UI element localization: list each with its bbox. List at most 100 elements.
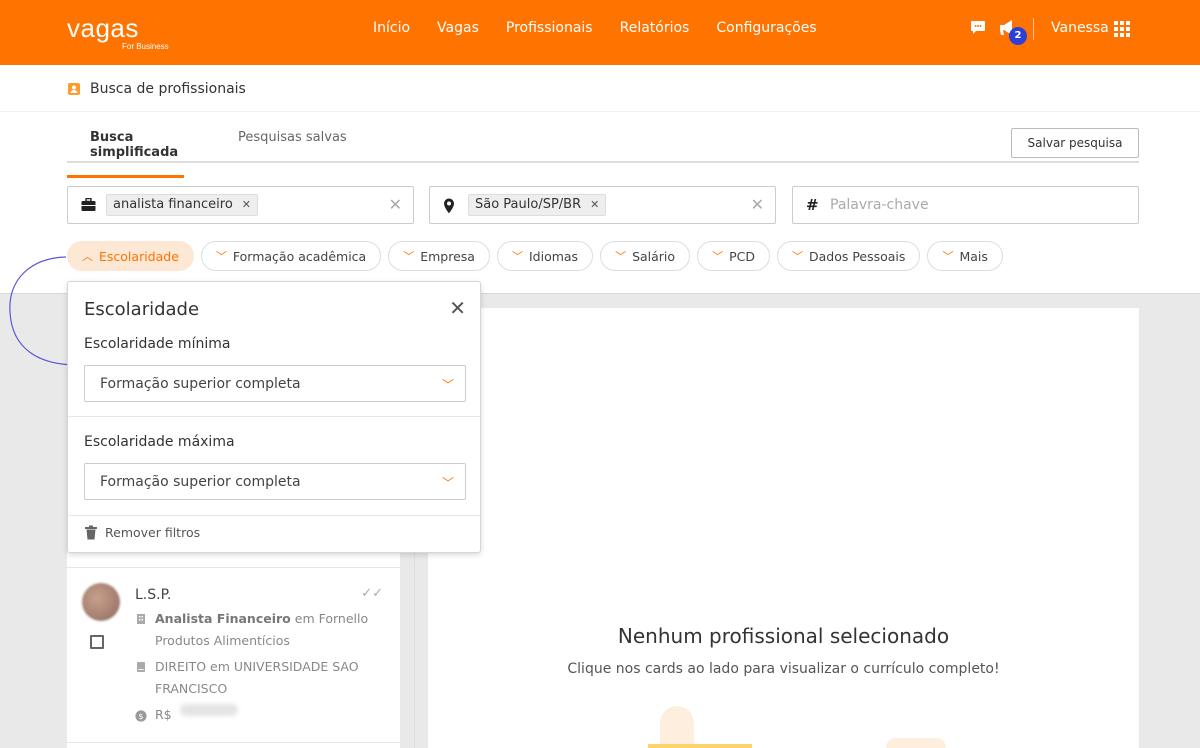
filter-label: Mais [959,248,988,264]
select-candidate-checkbox[interactable] [90,635,104,649]
empty-illustration-shape [886,738,946,748]
header-divider [1033,18,1034,40]
filter-pills: ︿ Escolaridade ﹀ Formação acadêmica ﹀ Em… [67,241,1003,271]
filter-dados-pessoais[interactable]: ﹀ Dados Pessoais [776,241,921,271]
notification-badge: 2 [1009,27,1027,45]
remove-role-chip-icon[interactable]: ✕ [242,195,251,215]
apps-grid-icon[interactable] [1114,21,1130,37]
avatar [82,583,120,621]
filter-pcd[interactable]: ﹀ PCD [697,241,770,271]
annotation-arrow-icon [9,256,70,370]
remove-location-chip-icon[interactable]: ✕ [590,195,599,215]
candidate-card[interactable]: L.S.P. ✓✓ Analista Financeiro em Fornell… [67,567,400,743]
max-education-select[interactable]: Formação superior completa ﹀ [84,463,466,500]
filter-label: Escolaridade [99,248,179,264]
double-check-icon: ✓✓ [361,586,383,601]
close-icon[interactable]: ✕ [449,298,466,318]
nav-profissionais[interactable]: Profissionais [506,20,593,36]
trash-icon [85,525,97,540]
escolaridade-popover: Escolaridade ✕ Escolaridade mínima Forma… [67,281,481,553]
location-chip-label: São Paulo/SP/BR [475,197,582,212]
chevron-down-icon: ﹀ [712,250,724,263]
location-pin-icon [444,198,454,214]
salary-prefix: R$ [155,707,172,722]
chevron-down-icon: ﹀ [942,250,954,263]
keyword-input[interactable] [830,195,1130,215]
remove-filters-label: Remover filtros [105,525,201,540]
chevron-down-icon: ﹀ [441,476,454,490]
min-education-select[interactable]: Formação superior completa ﹀ [84,365,466,402]
filter-label: Empresa [420,248,475,264]
candidate-name: L.S.P. [135,587,172,603]
candidate-detail-panel: Nenhum profissional selecionado Clique n… [428,308,1139,748]
empty-state-subtitle: Clique nos cards ao lado para visualizar… [567,661,1000,677]
save-search-button[interactable]: Salvar pesquisa [1011,128,1139,158]
chevron-down-icon: ﹀ [791,250,803,263]
nav-inicio[interactable]: Início [373,20,410,36]
chevron-up-icon: ︿ [82,250,93,263]
building-icon [137,614,145,624]
min-education-label: Escolaridade mínima [84,336,231,352]
popover-divider [68,515,480,516]
nav-relatorios[interactable]: Relatórios [620,20,690,36]
user-name[interactable]: Vanessa [1051,20,1109,36]
tab-busca-simplificada[interactable]: Busca simplificada [67,130,184,178]
max-education-value: Formação superior completa [100,474,301,490]
book-icon [137,662,145,672]
remove-filters-button[interactable]: Remover filtros [84,525,200,540]
filter-salario[interactable]: ﹀ Salário [600,241,691,271]
nav-vagas[interactable]: Vagas [437,20,479,36]
filter-label: PCD [729,248,755,264]
chevron-down-icon: ﹀ [615,250,627,263]
filter-label: Salário [632,248,676,264]
popover-title: Escolaridade [84,299,200,320]
tab-pesquisas-salvas[interactable]: Pesquisas salvas [238,130,347,160]
role-chip: analista financeiro ✕ [106,194,258,216]
max-education-label: Escolaridade máxima [84,434,235,450]
candidate-job: Analista Financeiro em Fornello Produtos… [135,608,375,652]
location-chip: São Paulo/SP/BR ✕ [468,194,607,216]
clear-role-icon[interactable]: ✕ [389,195,402,214]
filter-escolaridade[interactable]: ︿ Escolaridade [67,241,194,271]
hash-icon: # [806,196,819,214]
filter-idiomas[interactable]: ﹀ Idiomas [496,241,594,271]
top-navigation-bar: vagas For Business Início Vagas Profissi… [0,0,1200,65]
profile-card-icon [68,83,80,95]
logo-subtitle: For Business [122,42,169,51]
location-search-field[interactable]: São Paulo/SP/BR ✕ ✕ [429,186,776,224]
clear-location-icon[interactable]: ✕ [751,195,764,214]
svg-text:$: $ [139,712,144,721]
page-title-row: Busca de profissionais [67,81,246,97]
filter-label: Dados Pessoais [808,248,906,264]
chevron-down-icon: ﹀ [441,378,454,392]
filter-mais[interactable]: ﹀ Mais [927,241,1003,271]
job-company-cont: Produtos Alimentícios [155,633,290,648]
logo-text: vagas [67,13,139,43]
nav-configuracoes[interactable]: Configurações [716,20,816,36]
dollar-icon: $ [135,710,147,722]
empty-state-title: Nenhum profissional selecionado [617,624,950,648]
vagas-logo[interactable]: vagas For Business [67,13,169,51]
education-cont: FRANCISCO [155,681,228,696]
title-divider [0,111,1200,112]
chevron-down-icon: ﹀ [403,250,415,263]
popover-divider [68,416,480,417]
chat-icon[interactable] [970,19,986,35]
candidate-education: DIREITO em UNIVERSIDADE SAO FRANCISCO [135,656,375,700]
search-area: Busca de profissionais Busca simplificad… [0,65,1200,294]
role-search-field[interactable]: analista financeiro ✕ ✕ [67,186,414,224]
filter-formacao-academica[interactable]: ﹀ Formação acadêmica [200,241,382,271]
filter-label: Formação acadêmica [232,248,367,264]
min-education-value: Formação superior completa [100,376,301,392]
keyword-search-field[interactable]: # [792,186,1139,224]
filter-label: Idiomas [528,248,579,264]
empty-illustration [660,706,694,748]
salary-blurred [179,704,238,716]
candidate-salary: $ R$ [135,704,238,726]
job-at: em Fornello [294,611,369,626]
role-chip-label: analista financeiro [113,197,233,212]
filter-empresa[interactable]: ﹀ Empresa [388,241,490,271]
chevron-down-icon: ﹀ [511,250,523,263]
job-title: Analista Financeiro [155,611,291,626]
chevron-down-icon: ﹀ [215,250,227,263]
